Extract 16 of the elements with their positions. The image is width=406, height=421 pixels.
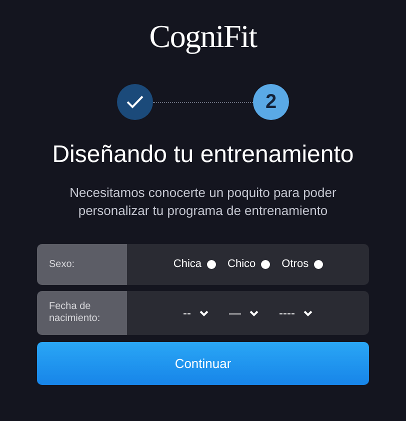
date-select[interactable]: -- xyxy=(179,304,213,322)
field-label: Fecha de nacimiento: xyxy=(49,301,102,325)
logo: CogniFit xyxy=(149,17,257,56)
check-icon xyxy=(126,95,144,109)
radio-option[interactable]: Chica xyxy=(173,256,216,273)
step-number: 2 xyxy=(253,84,289,120)
chevron-down-icon xyxy=(249,310,259,316)
chevron-down-icon xyxy=(302,310,313,316)
page-title: Diseñando tu entrenamiento xyxy=(52,140,354,170)
date-select[interactable]: — xyxy=(225,304,263,322)
date-select[interactable]: ---- xyxy=(275,304,317,322)
subtitle: Necesitamos conocerte un poquito para poder personalizar tu programa de entrenamiento xyxy=(68,184,338,220)
field-label: Sexo: xyxy=(49,258,76,270)
radio-option[interactable]: Chico xyxy=(228,256,270,273)
chevron-down-icon xyxy=(199,310,209,316)
radio-option[interactable]: Otros xyxy=(282,256,323,273)
